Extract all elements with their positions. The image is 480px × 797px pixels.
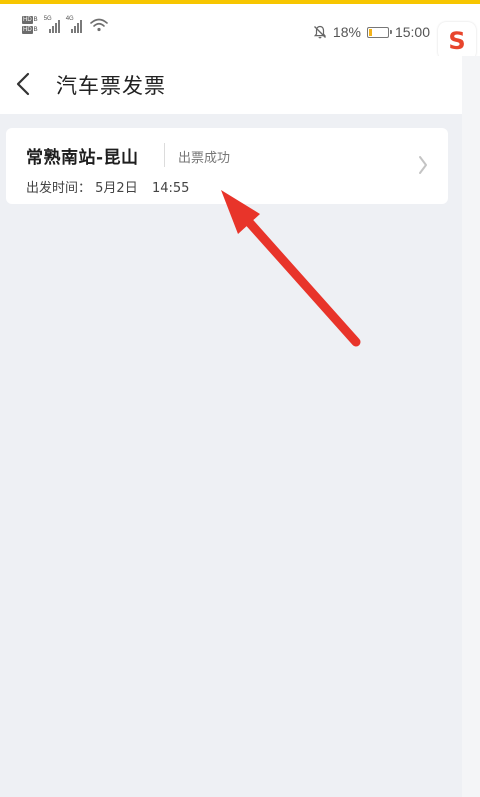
- departure-info: 出发时间： 5月2日 14:55: [26, 177, 189, 196]
- right-edge-strip: [462, 56, 480, 797]
- page-title: 汽车票发票: [56, 74, 166, 98]
- back-button[interactable]: [8, 66, 38, 102]
- departure-label: 出发时间：: [26, 181, 92, 196]
- battery-fill: [368, 28, 372, 36]
- chevron-left-icon: [16, 72, 30, 96]
- sogou-logo-letter: S: [448, 27, 465, 55]
- status-divider: [164, 143, 165, 167]
- departure-date: 5月2日: [95, 181, 138, 196]
- sogou-logo-icon: S: [448, 27, 465, 55]
- ticket-card[interactable]: 常熟南站-昆山 出票成功 出发时间： 5月2日 14:55: [6, 128, 448, 204]
- clock: 15:00: [394, 24, 430, 40]
- ticket-route: 常熟南站-昆山: [26, 148, 139, 168]
- signal-icon-1: 5G: [44, 16, 60, 33]
- wifi-icon: [89, 18, 108, 32]
- ticket-status: 出票成功: [178, 151, 231, 166]
- battery-icon: [366, 26, 392, 38]
- hd-indicator-2: HD B: [22, 26, 38, 34]
- hd-indicators: HD B HD B: [22, 16, 38, 34]
- sogou-ime-logo[interactable]: S: [438, 22, 476, 60]
- status-left: HD B HD B 5G 4G: [22, 16, 108, 34]
- hd-sim-number: B: [33, 17, 38, 23]
- mute-icon: [313, 25, 326, 39]
- chevron-right-icon: [419, 156, 427, 174]
- hd-sim-number: B: [33, 27, 38, 33]
- status-bar: HD B HD B 5G 4G 18% 15:00: [0, 4, 480, 56]
- hd-badge: HD: [22, 16, 33, 24]
- hd-badge: HD: [22, 26, 33, 34]
- status-right: 18% 15:00: [313, 24, 430, 40]
- signal-icon-2: 4G: [66, 16, 82, 33]
- departure-time: 14:55: [151, 181, 190, 196]
- navigation-bar: 汽车票发票: [0, 56, 462, 114]
- hd-indicator-1: HD B: [22, 16, 38, 24]
- battery-percent: 18%: [332, 24, 361, 40]
- annotation-arrow-icon: [221, 190, 361, 347]
